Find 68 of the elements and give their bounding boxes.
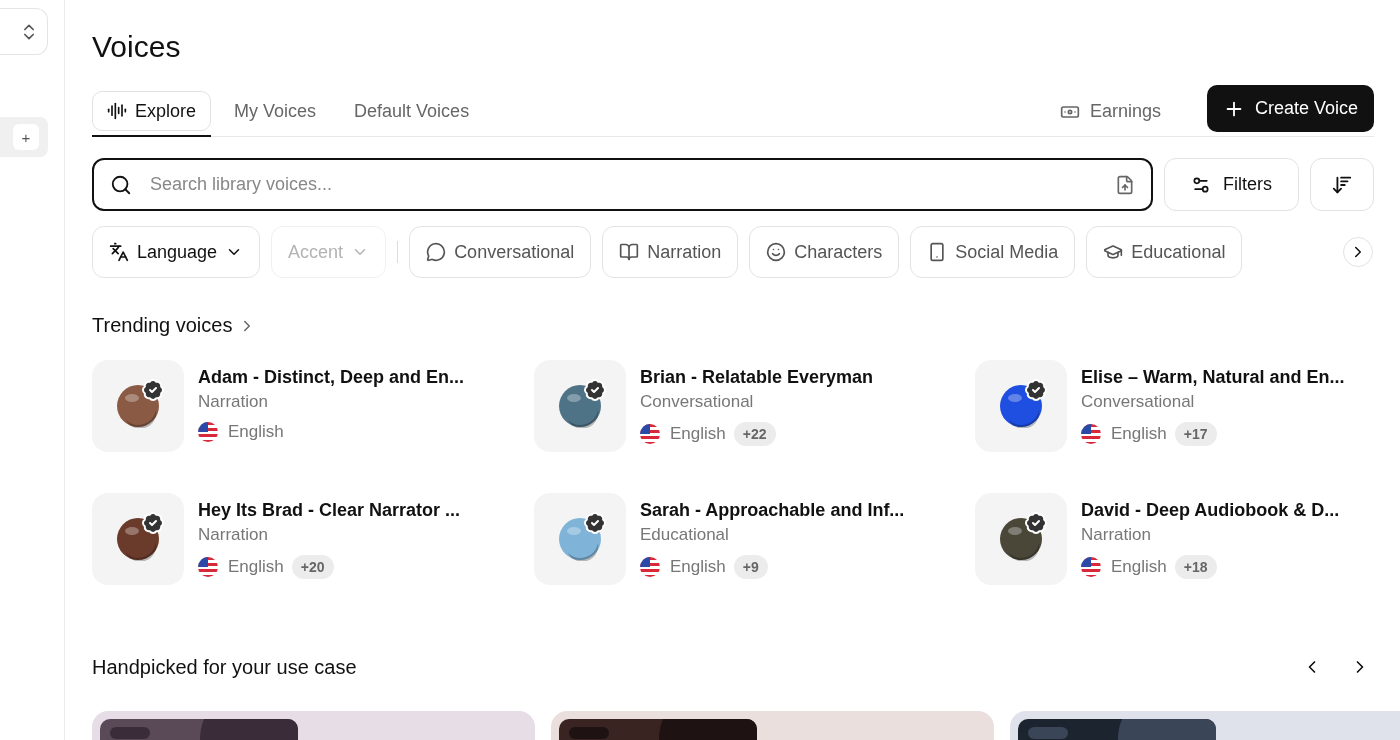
- graduation-cap-icon: [1103, 242, 1124, 262]
- voice-name[interactable]: David - Deep Audiobook & D...: [1081, 498, 1340, 522]
- voice-category: Conversational: [640, 391, 755, 413]
- workspace-switcher[interactable]: [0, 8, 48, 55]
- language-label: English: [1111, 557, 1167, 577]
- language-label: English: [670, 424, 726, 444]
- voice-name[interactable]: Adam - Distinct, Deep and En...: [198, 365, 465, 389]
- voice-category: Narration: [1081, 524, 1152, 546]
- avatar-tile[interactable]: [975, 360, 1067, 452]
- verified-badge-icon: [141, 378, 165, 402]
- verified-badge-icon: [583, 511, 607, 535]
- language-count-badge: +18: [1174, 555, 1217, 579]
- voice-name[interactable]: Hey Its Brad - Clear Narrator ...: [198, 498, 461, 522]
- verified-badge-icon: [141, 511, 165, 535]
- search-icon: [110, 173, 132, 196]
- speech-bubble-icon: [426, 242, 447, 262]
- sound-wave-icon: [107, 101, 127, 121]
- earnings-link[interactable]: Earnings: [1057, 97, 1163, 126]
- verified-badge-icon: [583, 378, 607, 402]
- language-label: English: [228, 422, 284, 442]
- voice-name[interactable]: Brian - Relatable Everyman: [640, 365, 874, 389]
- category-chip[interactable]: Educational: [1086, 226, 1243, 278]
- section-title: Handpicked for your use case: [92, 655, 357, 679]
- page-title: Voices: [92, 29, 182, 65]
- us-flag-icon: [198, 422, 218, 442]
- language-count-badge: +9: [733, 555, 768, 579]
- language-label: English: [670, 557, 726, 577]
- sidebar-item[interactable]: +: [0, 117, 48, 157]
- create-voice-button[interactable]: Create Voice: [1206, 85, 1374, 132]
- category-chip[interactable]: Social Media: [910, 226, 1076, 278]
- language-count-badge: +20: [291, 555, 334, 579]
- avatar-tile[interactable]: [975, 493, 1067, 585]
- voice-name[interactable]: Elise – Warm, Natural and En...: [1081, 365, 1345, 389]
- search-bar[interactable]: Search library voices...: [92, 158, 1153, 211]
- us-flag-icon: [1081, 424, 1101, 444]
- us-flag-icon: [198, 557, 218, 577]
- category-chip[interactable]: Characters: [749, 226, 900, 278]
- voice-category: Narration: [198, 391, 269, 413]
- category-chip[interactable]: Narration: [602, 226, 739, 278]
- language-count-badge: +22: [733, 422, 776, 446]
- tab[interactable]: Explore: [92, 91, 212, 131]
- section-title: Trending voices: [92, 314, 233, 337]
- mask-icon: [766, 242, 787, 262]
- avatar-tile[interactable]: [92, 493, 184, 585]
- filter-dropdown[interactable]: Language: [92, 226, 261, 278]
- voice-name[interactable]: Sarah - Approachable and Inf...: [640, 498, 905, 522]
- voice-category: Educational: [640, 524, 730, 546]
- us-flag-icon: [640, 424, 660, 444]
- verified-badge-icon: [1024, 511, 1048, 535]
- voice-category: Conversational: [1081, 391, 1196, 413]
- voice-category: Narration: [198, 524, 269, 546]
- book-icon: [619, 242, 640, 262]
- avatar-tile[interactable]: [534, 493, 626, 585]
- avatar-tile[interactable]: [92, 360, 184, 452]
- sort-button[interactable]: [1310, 158, 1374, 211]
- us-flag-icon: [1081, 557, 1101, 577]
- verified-badge-icon: [1024, 378, 1048, 402]
- add-button[interactable]: +: [13, 124, 39, 150]
- language-count-badge: +17: [1174, 422, 1217, 446]
- us-flag-icon: [640, 557, 660, 577]
- next-button[interactable]: [1343, 237, 1373, 267]
- translate-icon: [109, 242, 129, 262]
- language-label: English: [228, 557, 284, 577]
- category-chip[interactable]: Conversational: [409, 226, 592, 278]
- avatar-tile[interactable]: [534, 360, 626, 452]
- language-label: English: [1111, 424, 1167, 444]
- file-upload-icon[interactable]: [1115, 174, 1135, 195]
- filters-button[interactable]: Filters: [1164, 158, 1299, 211]
